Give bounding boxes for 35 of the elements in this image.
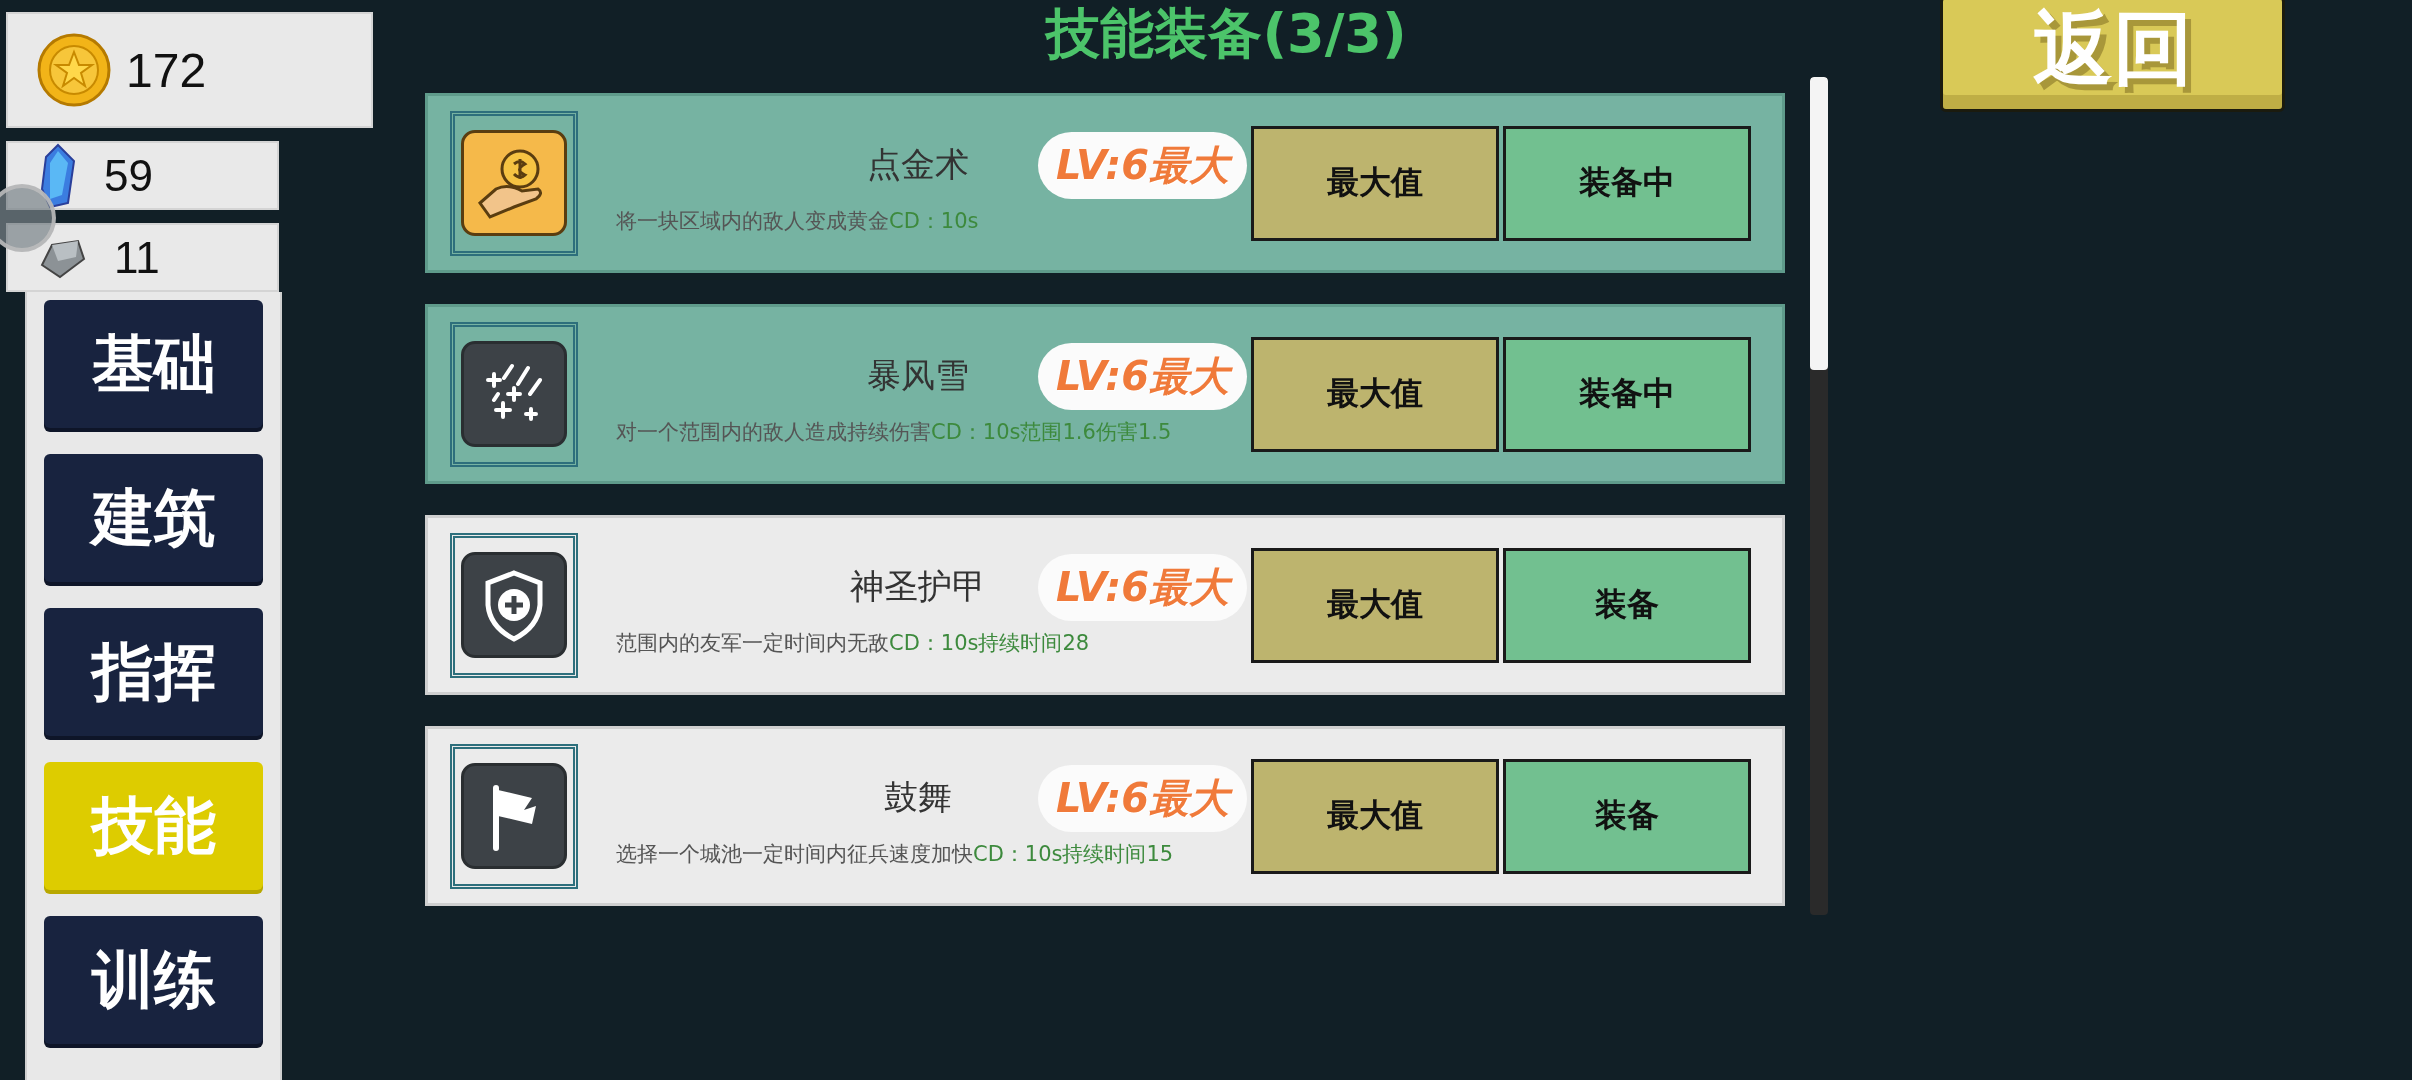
level-badge: LV:6最大 <box>1038 764 1247 832</box>
shield-plus-icon <box>461 552 567 658</box>
equip-button[interactable]: 装备中 <box>1502 336 1751 452</box>
scrollbar-thumb[interactable] <box>1810 77 1828 370</box>
skill-name: 神圣护甲 <box>849 565 987 608</box>
skill-stats: CD：10s持续时间28 <box>889 629 1090 657</box>
skill-stats: CD：10s持续时间15 <box>973 840 1174 868</box>
flag-icon <box>461 763 567 869</box>
coin-hand-icon <box>461 130 567 236</box>
skill-stats: CD：10s <box>889 207 979 235</box>
skill-description: 对一个范围内的敌人造成持续伤害 <box>616 418 931 446</box>
skill-description: 范围内的友军一定时间内无敌 <box>616 629 889 657</box>
level-badge: LV:6最大 <box>1038 131 1247 199</box>
skill-name: 点金术 <box>866 143 970 186</box>
upgrade-button[interactable]: 最大值 <box>1250 758 1499 874</box>
skill-name: 暴风雪 <box>866 354 970 397</box>
level-badge: LV:6最大 <box>1038 342 1247 410</box>
coin-icon <box>36 32 112 108</box>
resource-count: 11 <box>114 232 160 283</box>
skill-description: 将一块区域内的敌人变成黄金 <box>616 207 889 235</box>
equip-button[interactable]: 装备中 <box>1502 125 1751 241</box>
skill-description: 选择一个城池一定时间内征兵速度加快 <box>616 840 973 868</box>
upgrade-button[interactable]: 最大值 <box>1250 336 1499 452</box>
snowfall-icon <box>461 341 567 447</box>
page-title: 技能装备(3/3) <box>1046 4 1407 67</box>
skill-stats: CD：10s范围1.6伤害1.5 <box>931 418 1172 446</box>
resource-count: 172 <box>126 42 207 98</box>
equip-button[interactable]: 装备 <box>1502 547 1751 663</box>
level-badge: LV:6最大 <box>1038 553 1247 621</box>
equip-button[interactable]: 装备 <box>1502 758 1751 874</box>
upgrade-button[interactable]: 最大值 <box>1250 125 1499 241</box>
gem-icon <box>38 142 78 209</box>
resource-count: 59 <box>104 150 153 201</box>
upgrade-button[interactable]: 最大值 <box>1250 547 1499 663</box>
skill-name: 鼓舞 <box>883 776 953 819</box>
